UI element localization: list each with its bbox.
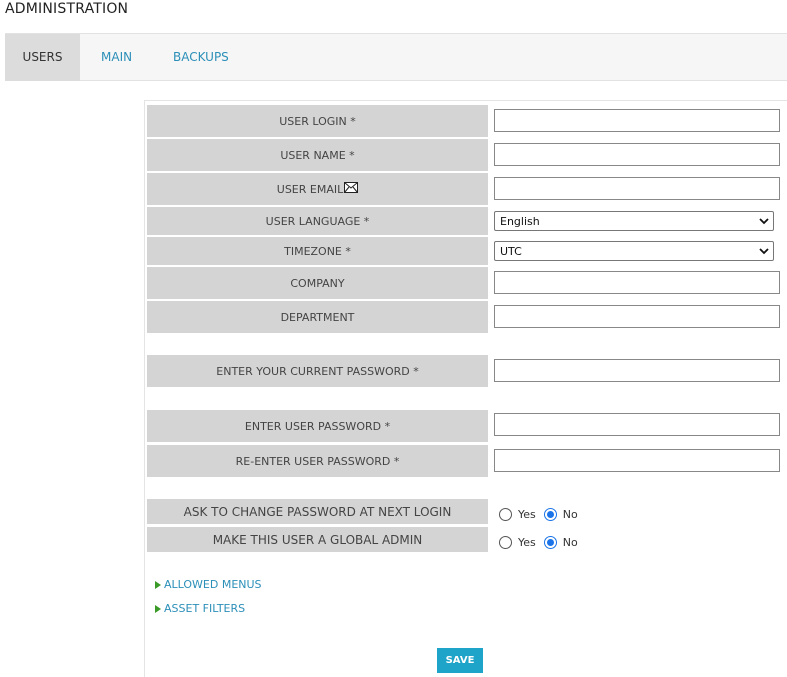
ask-change-password-no-radio[interactable] [543,507,557,521]
triangle-right-icon [155,604,161,613]
tab-main[interactable]: MAIN [101,34,132,81]
timezone-select[interactable]: UTC [494,241,774,261]
tab-backups[interactable]: BACKUPS [173,34,229,81]
user-login-input[interactable] [494,109,780,132]
user-login-label: USER LOGIN * [147,105,488,137]
user-language-select[interactable]: English [494,211,774,231]
page-title: ADMINISTRATION [5,1,129,17]
allowed-menus-label: ALLOWED MENUS [164,578,262,591]
chevron-down-icon [755,217,773,225]
tab-users[interactable]: USERS [5,34,80,81]
global-admin-label: MAKE THIS USER A GLOBAL ADMIN [147,527,488,552]
user-email-input[interactable] [494,177,780,200]
user-password-input[interactable] [494,413,780,436]
user-password-label: ENTER USER PASSWORD * [147,410,488,442]
company-input[interactable] [494,271,780,294]
timezone-value: UTC [500,244,522,258]
global-admin-radio-group: Yes No [499,534,586,550]
ask-change-password-yes-radio[interactable] [499,507,512,521]
global-admin-yes-radio[interactable] [499,535,512,549]
user-email-label: USER EMAIL [147,173,488,205]
ask-change-password-no-label: No [562,507,578,521]
timezone-label: TIMEZONE * [147,237,488,265]
user-name-label: USER NAME * [147,139,488,171]
ask-change-password-radio-group: Yes No [499,506,586,522]
reenter-password-label: RE-ENTER USER PASSWORD * [147,445,488,477]
tab-bar: USERS MAIN BACKUPS [5,33,787,81]
department-input[interactable] [494,305,780,328]
current-password-input[interactable] [494,359,780,382]
triangle-right-icon [155,580,161,589]
reenter-password-input[interactable] [494,449,780,472]
allowed-menus-toggle[interactable]: ALLOWED MENUS [155,578,262,591]
global-admin-no-radio[interactable] [543,535,557,549]
ask-change-password-yes-label: Yes [518,507,536,521]
user-language-label: USER LANGUAGE * [147,207,488,235]
user-language-value: English [500,214,540,228]
global-admin-yes-label: Yes [518,535,536,549]
user-name-input[interactable] [494,143,780,166]
department-label: DEPARTMENT [147,301,488,333]
current-password-label: ENTER YOUR CURRENT PASSWORD * [147,355,488,387]
asset-filters-label: ASSET FILTERS [164,602,246,615]
ask-change-password-label: ASK TO CHANGE PASSWORD AT NEXT LOGIN [147,499,488,524]
company-label: COMPANY [147,267,488,299]
envelope-icon [344,182,359,196]
global-admin-no-label: No [562,535,578,549]
chevron-down-icon [755,247,773,255]
save-button[interactable]: SAVE [437,648,483,673]
asset-filters-toggle[interactable]: ASSET FILTERS [155,602,245,615]
